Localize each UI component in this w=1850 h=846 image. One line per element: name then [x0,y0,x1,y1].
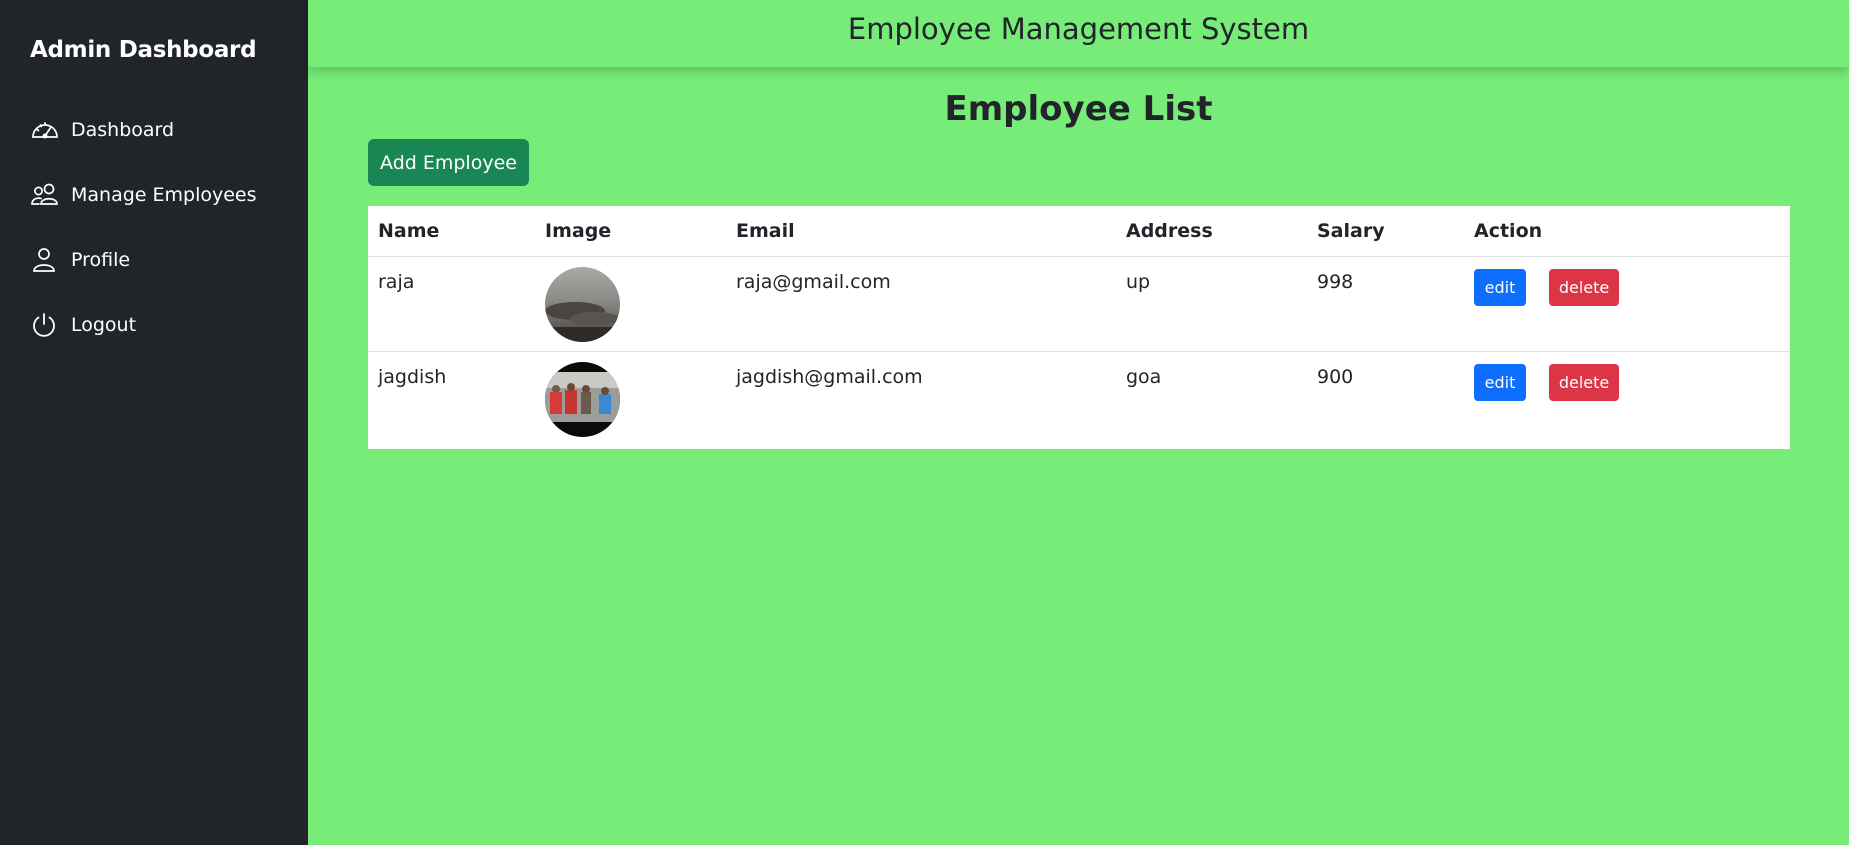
employee-table: Name Image Email Address Salary Action r… [368,206,1790,449]
cell-image [535,351,726,447]
cell-name: raja [378,271,415,293]
column-header-email: Email [726,206,1116,257]
people-icon [30,181,60,209]
cell-salary: 900 [1307,351,1464,447]
top-header: Employee Management System [308,0,1849,67]
delete-button[interactable]: delete [1549,269,1620,306]
sidebar-item-manage-employees[interactable]: Manage Employees [30,178,257,212]
person-icon [30,246,60,274]
cell-name: jagdish [368,351,535,447]
edit-button[interactable]: edit [1474,269,1526,306]
sidebar-item-label: Dashboard [71,119,175,141]
cell-salary: 998 [1317,271,1354,293]
cell-address: goa [1116,351,1307,447]
sidebar-brand: Admin Dashboard [30,37,257,63]
app-window: Admin Dashboard Dashboard Manage Employe… [0,0,1850,846]
cell-image [535,257,726,352]
column-header-name: Name [368,206,535,257]
power-icon [30,311,60,339]
edit-button[interactable]: edit [1474,364,1526,401]
sidebar-item-dashboard[interactable]: Dashboard [30,113,174,147]
cell-action: edit delete [1464,257,1790,352]
cell-email: raja@gmail.com [736,271,891,293]
sidebar-item-profile[interactable]: Profile [30,243,130,277]
sidebar-item-logout[interactable]: Logout [30,308,136,342]
main-content: Employee Management System Employee List… [308,0,1849,845]
table-header-row: Name Image Email Address Salary Action [368,206,1790,257]
table-row: jagdish jagdish@gmail.com goa 900 edit d… [368,351,1790,447]
cell-action: edit delete [1464,351,1790,447]
speedometer-icon [30,116,60,144]
employee-photo [545,362,620,437]
column-header-salary: Salary [1307,206,1464,257]
column-header-image: Image [535,206,726,257]
add-employee-button[interactable]: Add Employee [368,139,529,186]
table-row: raja raja@gmail.com up 998 edit delete [368,257,1790,352]
sidebar-item-label: Manage Employees [71,184,257,206]
page-title: Employee List [944,89,1213,129]
app-title: Employee Management System [847,12,1310,46]
delete-button[interactable]: delete [1549,364,1620,401]
sidebar: Admin Dashboard Dashboard Manage Employe… [0,0,308,845]
cell-email: jagdish@gmail.com [726,351,1116,447]
column-header-address: Address [1116,206,1307,257]
column-header-action: Action [1464,206,1790,257]
cell-address: up [1126,271,1151,293]
employee-photo [545,267,620,342]
sidebar-item-label: Logout [71,314,137,336]
sidebar-item-label: Profile [71,249,131,271]
